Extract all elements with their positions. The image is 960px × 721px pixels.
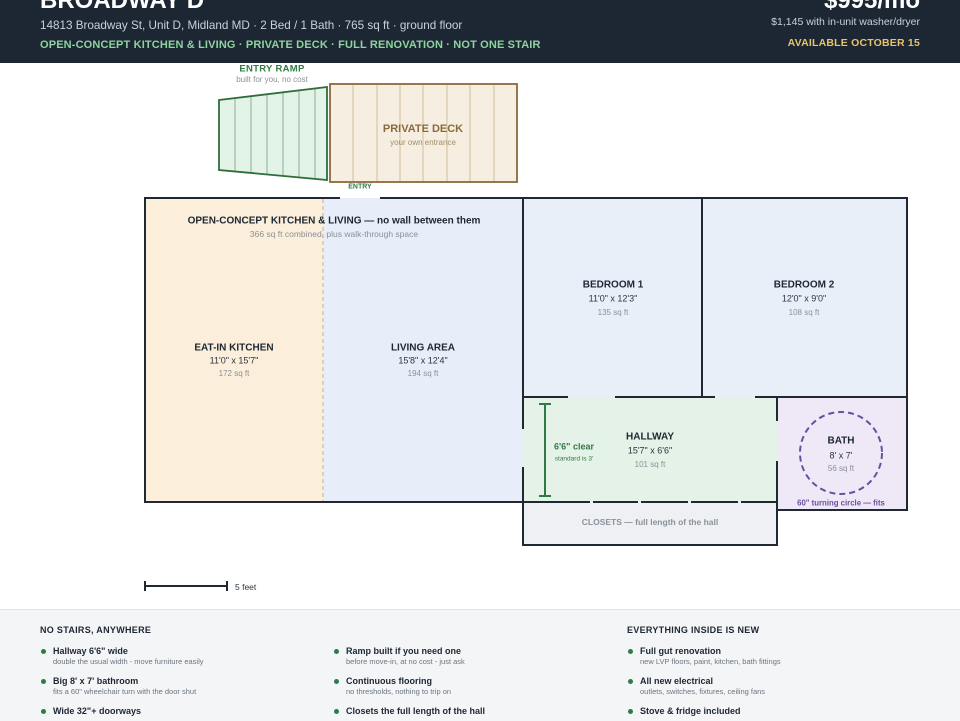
hallway-name: HALLWAY <box>626 432 674 443</box>
bedroom2-area: 108 sq ft <box>789 308 820 317</box>
deck-note: your own entrance <box>390 138 456 147</box>
hall-width-note: standard is 3' <box>555 456 593 463</box>
open-plan-title: OPEN-CONCEPT KITCHEN & LIVING — no wall … <box>188 216 481 227</box>
feature-note: new LVP floors, paint, kitchen, bath fit… <box>640 657 781 666</box>
listing-price-alternative: $1,145 with in-unit washer/dryer <box>771 16 920 28</box>
listing-highlights: OPEN-CONCEPT KITCHEN & LIVING · PRIVATE … <box>40 39 541 51</box>
bedroom1-area: 135 sq ft <box>598 308 629 317</box>
feature-note: before move-in, at no cost - just ask <box>346 657 465 666</box>
living-name: LIVING AREA <box>391 343 455 354</box>
bath-dimensions: 8' x 7' <box>830 450 853 460</box>
bullet-dot-icon <box>333 648 339 654</box>
feature-item: All new electrical outlets, switches, fi… <box>627 675 781 705</box>
features-column-renovation: EVERYTHING INSIDE IS NEW Full gut renova… <box>627 610 781 721</box>
feature-title: Closets the full length of the hall <box>346 706 486 716</box>
features-panel: NO STAIRS, ANYWHERE Hallway 6'6" wide do… <box>0 609 960 721</box>
bullet-dot-icon <box>40 648 46 654</box>
ramp-note: built for you, no cost <box>236 75 308 84</box>
hallway-area: 101 sq ft <box>635 460 666 469</box>
feature-title: Ramp built if you need one <box>346 646 462 656</box>
bedroom1-dimensions: 11'0" x 12'3" <box>589 293 638 303</box>
entry-label: ENTRY <box>348 184 372 191</box>
bullet-dot-icon <box>40 708 46 714</box>
ramp-label: ENTRY RAMP <box>239 64 305 75</box>
feature-item: Full gut renovation new LVP floors, pain… <box>627 645 781 675</box>
bullet-dot-icon <box>333 678 339 684</box>
feature-item: Closets the full length of the hall <box>333 705 485 721</box>
bedroom1-name: BEDROOM 1 <box>583 280 644 291</box>
availability-date: AVAILABLE OCTOBER 15 <box>787 37 920 49</box>
features-column-no-stairs-continued: Ramp built if you need one before move-i… <box>333 610 485 721</box>
open-plan-note: 366 sq ft combined, plus walk-through sp… <box>250 229 418 239</box>
scale-bar <box>144 581 228 591</box>
feature-title: Big 8' x 7' bathroom <box>53 676 139 686</box>
feature-item: Stove & fridge included <box>627 705 781 721</box>
feature-item: Hallway 6'6" wide double the usual width… <box>40 645 204 675</box>
listing-header: BROADWAY D 14813 Broadway St, Unit D, Mi… <box>0 0 960 63</box>
bedroom2-dimensions: 12'0" x 9'0" <box>782 293 826 303</box>
bedroom2-name: BEDROOM 2 <box>774 280 835 291</box>
closets-label: CLOSETS — full length of the hall <box>582 517 718 527</box>
feature-note: no thresholds, nothing to trip on <box>346 687 452 696</box>
feature-title: All new electrical <box>640 676 714 686</box>
listing-title: BROADWAY D <box>40 0 205 14</box>
feature-item: Big 8' x 7' bathroom fits a 60" wheelcha… <box>40 675 204 705</box>
feature-title: Full gut renovation <box>640 646 721 656</box>
hall-width-label: 6'6" clear <box>554 441 594 451</box>
feature-item: Continuous flooring no thresholds, nothi… <box>333 675 485 705</box>
feature-title: Stove & fridge included <box>640 706 741 716</box>
living-dimensions: 15'8" x 12'4" <box>398 355 447 365</box>
bullet-dot-icon <box>627 678 633 684</box>
listing-address: 14813 Broadway St, Unit D, Midland MD · … <box>40 19 463 32</box>
features-column-no-stairs: NO STAIRS, ANYWHERE Hallway 6'6" wide do… <box>40 610 204 721</box>
bullet-dot-icon <box>627 648 633 654</box>
kitchen-name: EAT-IN KITCHEN <box>194 343 273 354</box>
bullet-dot-icon <box>40 678 46 684</box>
bath-area: 56 sq ft <box>828 464 855 473</box>
feature-item: Wide 32"+ doorways <box>40 705 204 721</box>
turning-circle-label: 60" turning circle — fits <box>797 499 885 508</box>
kitchen-dimensions: 11'0" x 15'7" <box>210 355 259 365</box>
living-area: 194 sq ft <box>408 369 439 378</box>
deck-label: PRIVATE DECK <box>383 123 463 135</box>
feature-item: Ramp built if you need one before move-i… <box>333 645 485 675</box>
features-heading-renovation: EVERYTHING INSIDE IS NEW <box>627 625 760 635</box>
feature-note: outlets, switches, fixtures, ceiling fan… <box>640 687 766 696</box>
feature-title: Continuous flooring <box>346 676 432 686</box>
feature-title: Hallway 6'6" wide <box>53 646 128 656</box>
bath-name: BATH <box>827 436 854 447</box>
bullet-dot-icon <box>627 708 633 714</box>
features-heading-no-stairs: NO STAIRS, ANYWHERE <box>40 625 152 635</box>
scale-bar-label: 5 feet <box>235 582 257 592</box>
kitchen-area: 172 sq ft <box>219 369 250 378</box>
hallway-dimensions: 15'7" x 6'6" <box>628 445 672 455</box>
feature-note: double the usual width - move furniture … <box>53 657 204 666</box>
floor-plan: ENTRY RAMP built for you, no cost PRIVAT… <box>144 64 908 592</box>
feature-note: fits a 60" wheelchair turn with the door… <box>53 687 197 696</box>
listing-price: $995/mo <box>823 0 920 14</box>
entry-ramp <box>218 85 328 181</box>
bullet-dot-icon <box>333 708 339 714</box>
feature-title: Wide 32"+ doorways <box>53 706 141 716</box>
